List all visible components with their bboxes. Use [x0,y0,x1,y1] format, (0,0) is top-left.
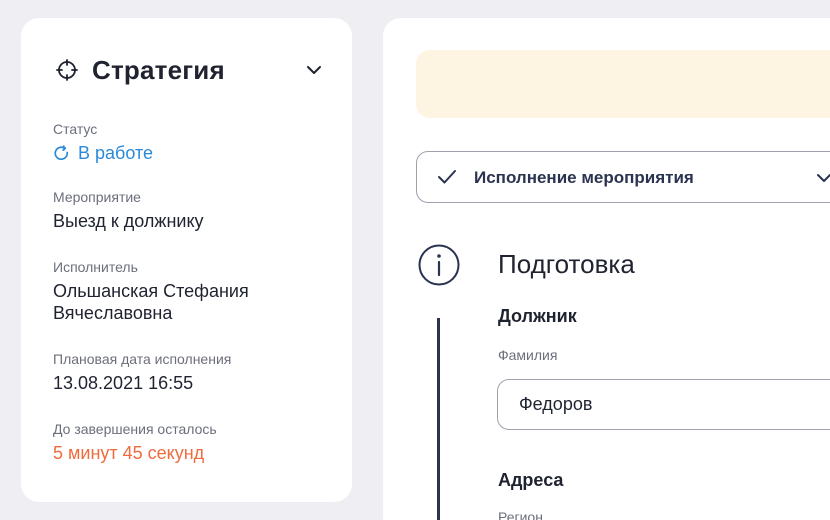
assignee-value-line1: Ольшанская Стефания [53,281,249,301]
addresses-title: Адреса [498,470,564,490]
chevron-down-icon[interactable] [306,62,322,78]
target-icon [56,59,78,81]
refresh-icon [53,144,70,162]
region-label: Регион [498,509,543,520]
event-label: Мероприятие [53,189,141,205]
status-label: Статус [53,121,98,137]
app-root: Стратегия Статус В работе Мероприятие Вы… [0,0,830,520]
timeline-line [437,318,440,520]
section-title: Подготовка [498,249,635,279]
assignee-label: Исполнитель [53,259,138,275]
surname-label: Фамилия [498,347,558,363]
strategy-header[interactable]: Стратегия [56,52,322,88]
planned-date-value: 13.08.2021 16:55 [53,373,194,393]
notice-banner [416,50,830,118]
remaining-field: До завершения осталось 5 минут 45 секунд [53,420,343,464]
info-icon [418,244,460,286]
stage-dropdown[interactable]: Исполнение мероприятия [416,151,830,203]
strategy-title: Стратегия [92,54,225,85]
status-text: В работе [78,143,154,163]
check-icon [437,168,457,186]
assignee-value-line2: Вячеславовна [53,303,173,323]
debtor-title: Должник [498,306,577,326]
event-field: Мероприятие Выезд к должнику [53,188,343,232]
surname-input[interactable]: Федоров [497,379,830,430]
remaining-label: До завершения осталось [53,421,217,437]
planned-date-field: Плановая дата исполнения 13.08.2021 16:5… [53,350,343,394]
remaining-value: 5 минут 45 секунд [53,443,205,463]
assignee-field: Исполнитель Ольшанская Стефания Вячеслав… [53,258,343,324]
status-value: В работе [53,142,343,164]
planned-date-label: Плановая дата исполнения [53,351,232,367]
chevron-down-icon[interactable] [816,170,830,186]
status-field: Статус В работе [53,120,343,164]
event-value: Выезд к должнику [53,211,204,231]
stage-dropdown-label: Исполнение мероприятия [474,168,694,187]
